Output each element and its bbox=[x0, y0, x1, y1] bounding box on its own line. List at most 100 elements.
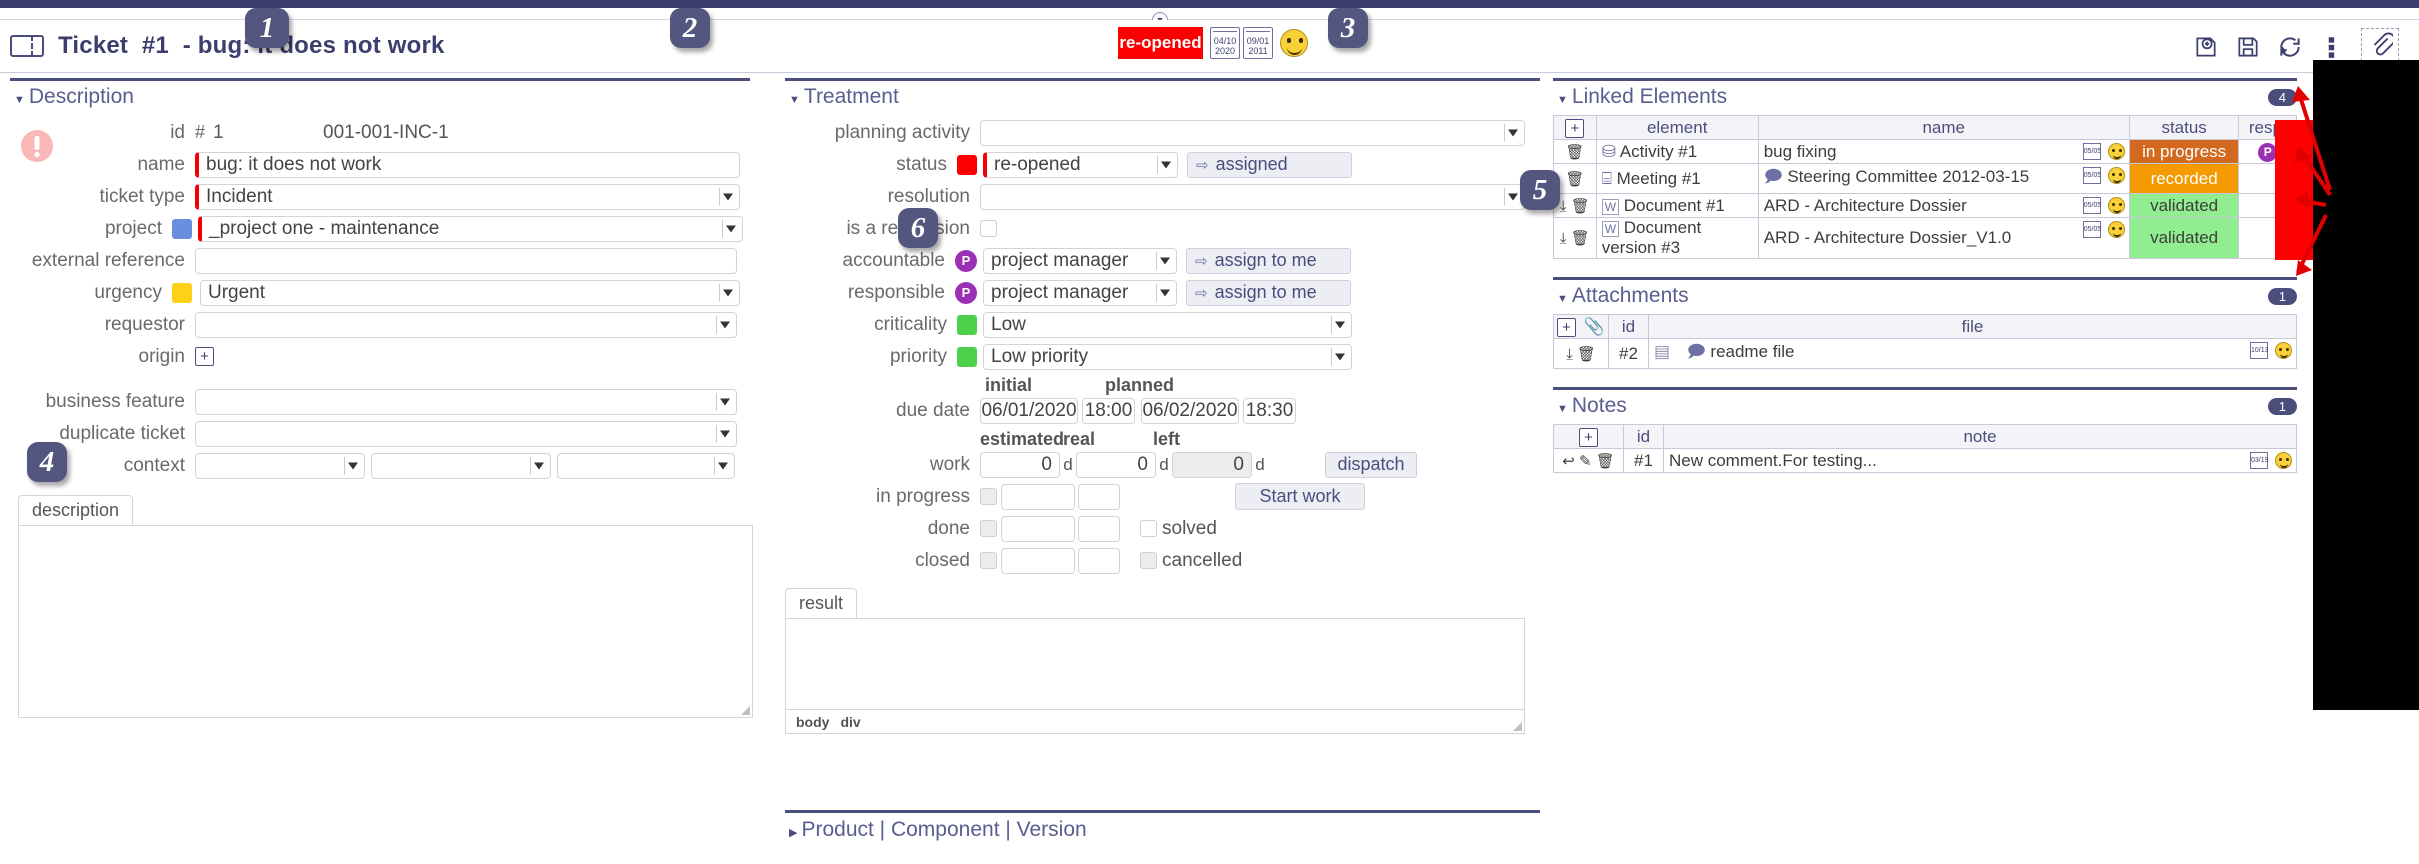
origin-add-button[interactable]: + bbox=[195, 347, 214, 366]
closed-checkbox[interactable] bbox=[980, 552, 997, 569]
project-select[interactable]: _project one - maintenance bbox=[198, 216, 743, 242]
delete-icon[interactable]: 🗑 bbox=[1571, 230, 1590, 247]
in-progress-time-input[interactable] bbox=[1078, 484, 1120, 510]
delete-icon[interactable]: 🗑 bbox=[1565, 144, 1584, 161]
path-div[interactable]: div bbox=[840, 714, 860, 730]
paperclip-icon[interactable]: 📎 bbox=[1584, 317, 1605, 336]
closed-date-input[interactable] bbox=[1001, 548, 1075, 574]
treatment-section-header[interactable]: ▼Treatment bbox=[785, 85, 1540, 109]
chevron-down-icon bbox=[1160, 257, 1170, 264]
in-progress-checkbox[interactable] bbox=[980, 488, 997, 505]
external-reference-input[interactable] bbox=[195, 248, 737, 274]
ticket-type-select[interactable]: Incident bbox=[195, 184, 740, 210]
delete-icon[interactable]: 🗑 bbox=[1571, 198, 1590, 215]
path-body[interactable]: body bbox=[796, 714, 829, 730]
done-checkbox[interactable] bbox=[980, 520, 997, 537]
assigned-button[interactable]: ⇨assigned bbox=[1187, 152, 1352, 178]
planning-activity-select[interactable] bbox=[980, 120, 1525, 146]
duedate-initial-time[interactable]: 18:00 bbox=[1082, 398, 1135, 424]
more-options-icon[interactable] bbox=[2319, 34, 2345, 60]
tab-result[interactable]: result bbox=[785, 588, 857, 618]
requestor-select[interactable] bbox=[195, 312, 737, 338]
calendar-modified-icon[interactable]: 09/01 2011 bbox=[1243, 27, 1273, 59]
calendar-icon[interactable]: 05/05 bbox=[2083, 197, 2101, 214]
description-textarea[interactable] bbox=[18, 525, 753, 718]
refresh-icon[interactable] bbox=[2277, 34, 2303, 60]
calendar-created-icon[interactable]: 04/10 2020 bbox=[1210, 27, 1240, 59]
calendar-icon[interactable]: 05/05 bbox=[2083, 167, 2101, 184]
result-editor[interactable] bbox=[785, 618, 1525, 710]
delete-icon[interactable]: 🗑 bbox=[1565, 171, 1584, 188]
priority-select[interactable]: Low priority bbox=[983, 344, 1352, 370]
description-section-header[interactable]: ▼Description bbox=[10, 85, 750, 109]
edit-icon[interactable]: ✎ bbox=[1579, 453, 1592, 470]
product-title: Product | Component | Version bbox=[801, 818, 1086, 841]
callout-5: 5 bbox=[1520, 170, 1560, 210]
smiley-icon[interactable] bbox=[2108, 143, 2125, 160]
download-icon[interactable]: ⤓ bbox=[1566, 346, 1573, 363]
download-icon[interactable]: ⤓ bbox=[1560, 198, 1567, 215]
add-linked-element-button[interactable]: + bbox=[1565, 119, 1584, 138]
context-select-3[interactable] bbox=[557, 453, 735, 479]
smiley-icon[interactable] bbox=[2108, 221, 2125, 238]
duedate-initial-date[interactable]: 06/01/2020 bbox=[980, 398, 1078, 424]
calendar-icon[interactable]: 03/19 bbox=[2250, 452, 2268, 469]
save-as-new-icon[interactable] bbox=[2193, 34, 2219, 60]
urgency-select[interactable]: Urgent bbox=[200, 280, 740, 306]
accountable-select[interactable]: project manager bbox=[983, 248, 1177, 274]
delete-icon[interactable]: 🗑 bbox=[1577, 346, 1596, 363]
linked-elements-section-header[interactable]: ▼Linked Elements bbox=[1553, 85, 1727, 109]
in-progress-date-input[interactable] bbox=[1001, 484, 1075, 510]
work-estimated-input[interactable]: 0 bbox=[980, 452, 1060, 478]
add-attachment-button[interactable]: + bbox=[1557, 318, 1576, 337]
responsible-select[interactable]: project manager bbox=[983, 280, 1177, 306]
smiley-icon[interactable] bbox=[2275, 452, 2292, 469]
notes-section-header[interactable]: ▼Notes bbox=[1553, 394, 1627, 418]
name-input[interactable]: bug: it does not work bbox=[195, 152, 740, 178]
table-row[interactable]: ⤓ 🗑 W Document version #3 ARD - Architec… bbox=[1554, 218, 2297, 259]
context-select-1[interactable] bbox=[195, 453, 365, 479]
table-row[interactable]: 🗑 ⛁ Activity #1 bug fixing 05/05 in prog… bbox=[1554, 140, 2297, 164]
start-work-button[interactable]: Start work bbox=[1235, 483, 1365, 510]
closed-time-input[interactable] bbox=[1078, 548, 1120, 574]
criticality-select[interactable]: Low bbox=[983, 312, 1352, 338]
done-date-input[interactable] bbox=[1001, 516, 1075, 542]
save-icon[interactable] bbox=[2235, 34, 2261, 60]
work-real-input[interactable]: 0 bbox=[1076, 452, 1156, 478]
tab-description[interactable]: description bbox=[18, 495, 133, 525]
resolution-select[interactable] bbox=[980, 184, 1525, 210]
duedate-planned-date[interactable]: 06/02/2020 bbox=[1141, 398, 1239, 424]
download-icon[interactable]: ⤓ bbox=[1560, 230, 1567, 247]
business-feature-select[interactable] bbox=[195, 389, 737, 415]
accountable-assign-to-me-button[interactable]: ⇨assign to me bbox=[1186, 248, 1351, 274]
smiley-icon[interactable] bbox=[2108, 167, 2125, 184]
select-divider bbox=[719, 188, 720, 206]
calendar-icon[interactable]: 10/13 bbox=[2250, 342, 2268, 359]
solved-checkbox[interactable] bbox=[1140, 520, 1157, 537]
dispatch-button[interactable]: dispatch bbox=[1325, 452, 1417, 478]
duedate-planned-time[interactable]: 18:30 bbox=[1243, 398, 1296, 424]
done-time-input[interactable] bbox=[1078, 516, 1120, 542]
resize-handle[interactable] bbox=[741, 706, 750, 715]
status-select[interactable]: re-opened bbox=[983, 152, 1178, 178]
product-section-header[interactable]: ▶Product | Component | Version bbox=[785, 818, 1540, 842]
reply-icon[interactable]: ↩ bbox=[1562, 453, 1575, 470]
delete-icon[interactable]: 🗑 bbox=[1596, 453, 1615, 470]
responsible-assign-to-me-button[interactable]: ⇨assign to me bbox=[1186, 280, 1351, 306]
calendar-icon[interactable]: 05/05 bbox=[2083, 221, 2101, 238]
smiley-icon[interactable] bbox=[2275, 342, 2292, 359]
attachments-section-header[interactable]: ▼Attachments bbox=[1553, 284, 1689, 308]
table-row[interactable]: ↩ ✎ 🗑 #1 New comment.For testing... 03/1… bbox=[1554, 449, 2297, 473]
context-select-2[interactable] bbox=[371, 453, 551, 479]
result-resize-handle[interactable] bbox=[1513, 722, 1522, 731]
smiley-icon[interactable] bbox=[1280, 29, 1308, 57]
calendar-icon[interactable]: 05/05 bbox=[2083, 143, 2101, 160]
smiley-icon[interactable] bbox=[2108, 197, 2125, 214]
duplicate-ticket-select[interactable] bbox=[195, 421, 737, 447]
add-note-button[interactable]: + bbox=[1579, 428, 1598, 447]
table-row[interactable]: ⤓ 🗑 #2 ▤ 🗩 readme file 10/13 bbox=[1554, 339, 2297, 369]
table-row[interactable]: 🗑 ⌸ Meeting #1 🗩 Steering Committee 2012… bbox=[1554, 164, 2297, 194]
is-regression-checkbox[interactable] bbox=[980, 220, 997, 237]
cancelled-checkbox[interactable] bbox=[1140, 552, 1157, 569]
table-row[interactable]: ⤓ 🗑 W Document #1 ARD - Architecture Dos… bbox=[1554, 194, 2297, 218]
